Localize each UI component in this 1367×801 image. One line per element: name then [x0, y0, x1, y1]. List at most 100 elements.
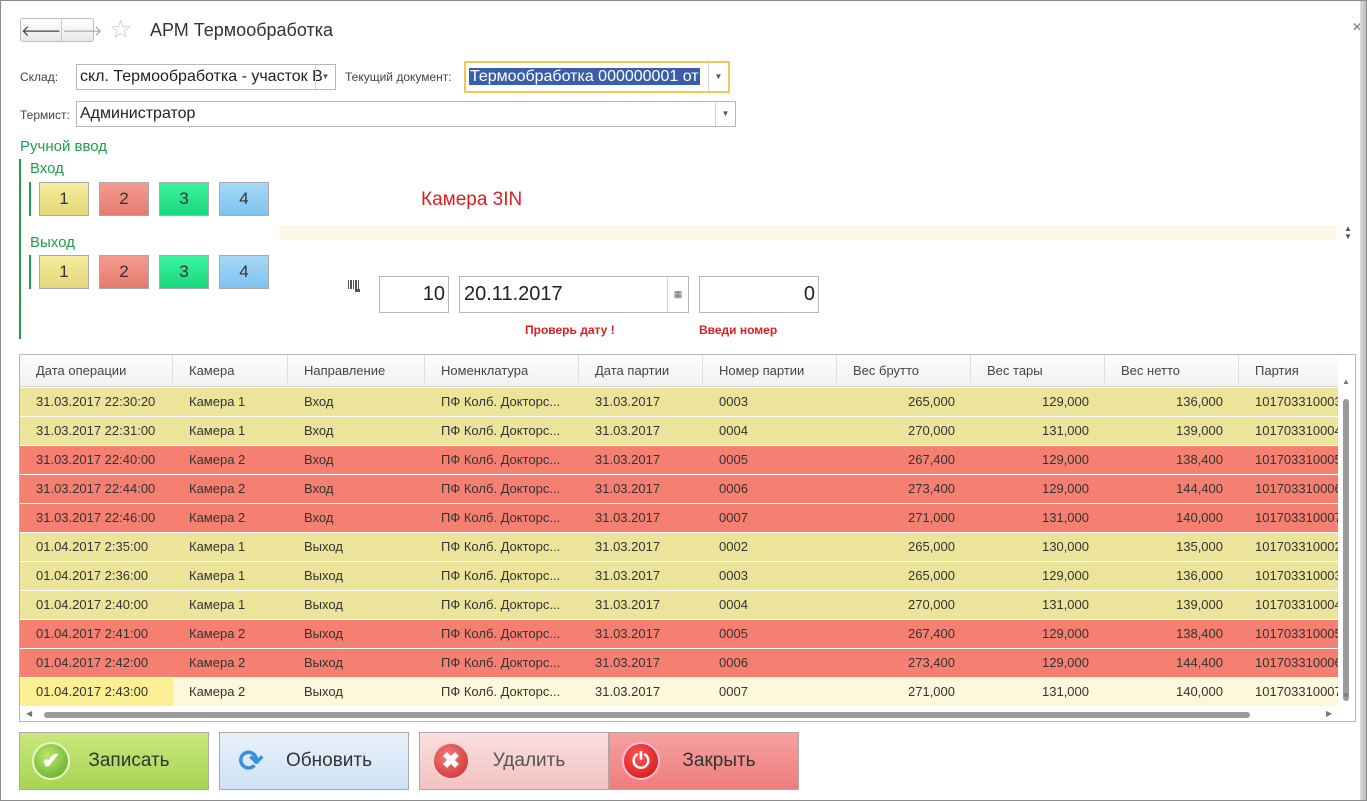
chevron-down-icon[interactable]: ▼: [315, 65, 335, 89]
date-input[interactable]: 20.11.2017 ▦: [459, 276, 689, 313]
close-icon[interactable]: ✕: [1352, 20, 1362, 34]
termist-field[interactable]: Администратор ▼: [76, 101, 736, 127]
cell-gross: 273,400: [908, 481, 955, 496]
column-header-gross[interactable]: Вес брутто: [837, 355, 971, 387]
sklad-field[interactable]: скл. Термообработка - участок В ▼: [76, 64, 336, 90]
scroll-left-icon[interactable]: ◀: [26, 709, 32, 718]
star-icon[interactable]: ☆: [109, 15, 132, 43]
cell-tare: 129,000: [1042, 568, 1089, 583]
cell-batch-number: 0006: [719, 481, 748, 496]
cell-batch-number: 0002: [719, 539, 748, 554]
cell-net: 138,400: [1176, 626, 1223, 641]
save-button[interactable]: ✔ Записать: [19, 732, 209, 790]
column-header-tare[interactable]: Вес тары: [971, 355, 1105, 387]
column-header-batch-number[interactable]: Номер партии: [703, 355, 837, 387]
barcode-icon[interactable]: [347, 279, 361, 296]
cell-net: 140,000: [1176, 510, 1223, 525]
scroll-up-icon[interactable]: ▲: [1342, 377, 1350, 386]
cell-camera: Камера 1: [189, 539, 246, 554]
cell-direction: Вход: [304, 394, 334, 409]
cell-direction: Выход: [304, 568, 343, 583]
cell-gross: 265,000: [908, 539, 955, 554]
cell-batch-number: 0005: [719, 626, 748, 641]
chevron-down-icon[interactable]: ▼: [715, 102, 735, 126]
table-row[interactable]: 31.03.2017 22:30:20 Камера 1 Вход ПФ Колб. …: [20, 388, 1338, 417]
table-row[interactable]: 31.03.2017 22:31:00 Камера 1 Вход ПФ Колб. …: [20, 417, 1338, 446]
column-header-batch-date[interactable]: Дата партии: [579, 355, 703, 387]
cell-batch: 101703310006: [1255, 655, 1338, 670]
in-camera-1-button[interactable]: 1: [39, 182, 89, 216]
termist-value: Администратор: [80, 105, 196, 122]
table-row[interactable]: 31.03.2017 22:44:00 Камера 2 Вход ПФ Колб. …: [20, 475, 1338, 504]
cell-camera: Камера 2: [189, 510, 246, 525]
vertical-scroll-thumb[interactable]: [1343, 399, 1349, 701]
out-group-line: [29, 255, 31, 289]
cell-date: 31.03.2017 22:44:00: [36, 481, 156, 496]
power-icon: ⏻: [622, 742, 660, 780]
table-row[interactable]: 01.04.2017 2:41:00 Камера 2 Выход ПФ Колб. …: [20, 620, 1338, 649]
cell-nomenclature: ПФ Колб. Докторс...: [441, 597, 561, 612]
cell-nomenclature: ПФ Колб. Докторс...: [441, 655, 561, 670]
out-camera-1-button[interactable]: 1: [39, 255, 89, 289]
forward-button[interactable]: 🡒: [61, 19, 102, 41]
document-field[interactable]: Термообработка 000000001 от ▼: [464, 61, 730, 93]
horizontal-scroll-thumb[interactable]: [44, 712, 1250, 718]
out-camera-2-button[interactable]: 2: [99, 255, 149, 289]
cell-date: 01.04.2017 2:43:00: [20, 678, 173, 706]
column-header-date[interactable]: Дата операции: [20, 355, 173, 387]
cell-batch-date: 31.03.2017: [595, 597, 661, 612]
doc-label: Текущий документ:: [345, 70, 452, 84]
out-camera-3-button[interactable]: 3: [159, 255, 209, 289]
scroll-right-icon[interactable]: ▶: [1326, 709, 1332, 718]
table-row[interactable]: 01.04.2017 2:35:00 Камера 1 Выход ПФ Колб. …: [20, 533, 1338, 562]
out-camera-4-button[interactable]: 4: [219, 255, 269, 289]
calendar-icon[interactable]: ▦: [667, 277, 688, 312]
cell-batch-number: 0004: [719, 597, 748, 612]
cell-camera: Камера 1: [189, 423, 246, 438]
chevron-down-icon[interactable]: ▼: [708, 63, 728, 91]
vertical-scrollbar[interactable]: ▲ ▼: [1338, 355, 1355, 721]
column-header-nomenclature[interactable]: Номенклатура: [425, 355, 579, 387]
column-header-camera[interactable]: Камера: [173, 355, 288, 387]
cell-direction: Выход: [304, 597, 343, 612]
cell-net: 144,400: [1176, 481, 1223, 496]
date-warning: Проверь дату !: [525, 323, 615, 337]
in-camera-2-button[interactable]: 2: [99, 182, 149, 216]
number-input[interactable]: 0: [699, 276, 819, 313]
cell-batch: 101703310005: [1255, 626, 1338, 641]
in-group-line: [29, 182, 31, 216]
cell-direction: Вход: [304, 510, 334, 525]
delete-button[interactable]: ✖ Удалить: [419, 732, 609, 790]
horizontal-scrollbar[interactable]: ◀ ▶: [20, 707, 1338, 721]
table-row[interactable]: 31.03.2017 22:46:00 Камера 2 Вход ПФ Колб. …: [20, 504, 1338, 533]
cell-gross: 271,000: [908, 684, 955, 699]
cell-direction: Выход: [304, 626, 343, 641]
cell-gross: 265,000: [908, 394, 955, 409]
date-value: 20.11.2017: [464, 283, 563, 305]
back-button[interactable]: 🡐: [21, 19, 61, 41]
table-row[interactable]: 01.04.2017 2:36:00 Камера 1 Выход ПФ Колб. …: [20, 562, 1338, 591]
cell-camera: Камера 2: [189, 684, 246, 699]
cell-batch-date: 31.03.2017: [595, 568, 661, 583]
delete-button-label: Удалить: [492, 750, 566, 771]
in-camera-3-button[interactable]: 3: [159, 182, 209, 216]
column-header-batch[interactable]: Партия: [1239, 355, 1338, 387]
table-row[interactable]: 01.04.2017 2:43:00 Камера 2 Выход ПФ Колб. …: [20, 678, 1338, 707]
spin-arrows-icon[interactable]: ▲ ▼: [1344, 225, 1352, 241]
cell-batch: 101703310006: [1255, 481, 1338, 496]
refresh-button[interactable]: ⟳ Обновить: [219, 732, 409, 790]
cell-tare: 131,000: [1042, 597, 1089, 612]
scroll-down-icon[interactable]: ▼: [1342, 691, 1350, 700]
column-header-direction[interactable]: Направление: [288, 355, 425, 387]
table-row[interactable]: 01.04.2017 2:42:00 Камера 2 Выход ПФ Колб. …: [20, 649, 1338, 678]
table-row[interactable]: 31.03.2017 22:40:00 Камера 2 Вход ПФ Колб. …: [20, 446, 1338, 475]
count-input[interactable]: 10: [379, 276, 449, 313]
cell-gross: 271,000: [908, 510, 955, 525]
close-button-label: Закрыть: [682, 750, 756, 771]
in-label: Вход: [30, 160, 64, 177]
table-row[interactable]: 01.04.2017 2:40:00 Камера 1 Выход ПФ Колб. …: [20, 591, 1338, 620]
cell-net: 136,000: [1176, 568, 1223, 583]
column-header-net[interactable]: Вес нетто: [1105, 355, 1239, 387]
close-button[interactable]: ⏻ Закрыть: [609, 732, 799, 790]
in-camera-4-button[interactable]: 4: [219, 182, 269, 216]
